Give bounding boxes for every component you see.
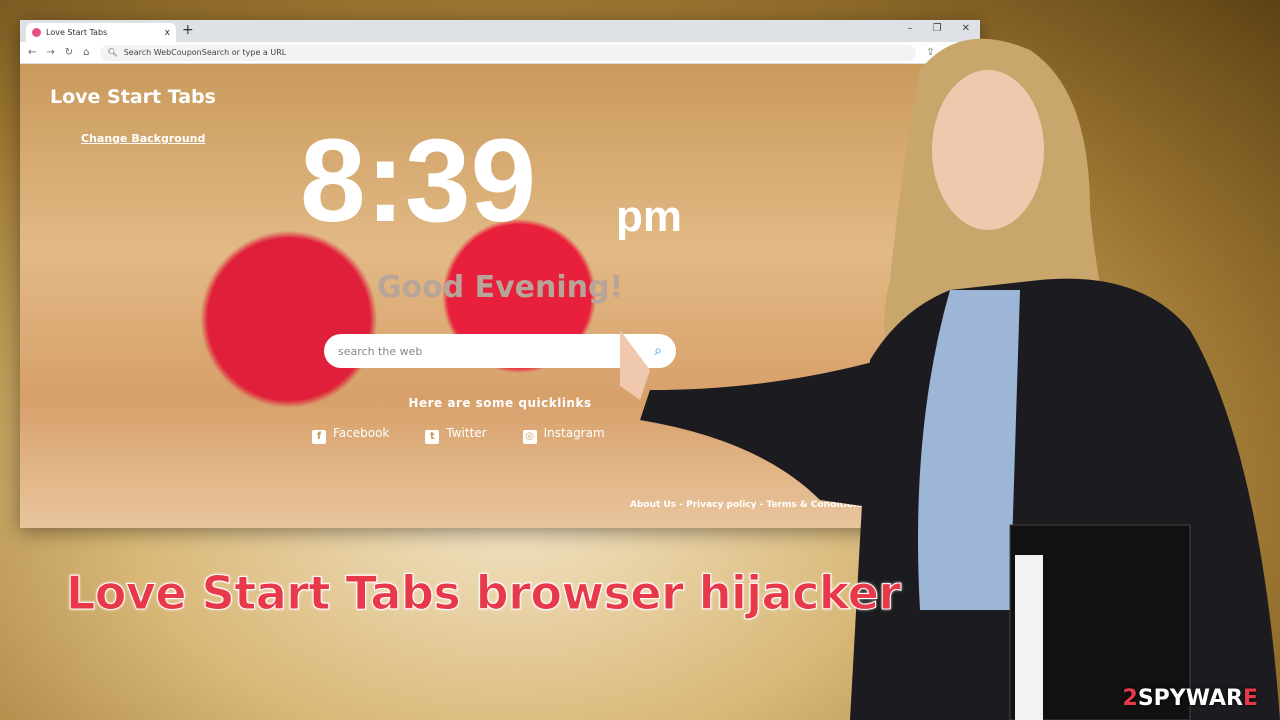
face bbox=[932, 70, 1044, 230]
quicklink-instagram[interactable]: ◎ Instagram bbox=[522, 426, 605, 444]
hand bbox=[620, 330, 650, 400]
quicklink-facebook[interactable]: f Facebook bbox=[312, 426, 389, 444]
search-icon: 🔍︎ bbox=[107, 48, 118, 57]
forward-icon[interactable]: → bbox=[46, 47, 54, 58]
tab-love-start-tabs[interactable]: Love Start Tabs x bbox=[26, 23, 176, 42]
tab-title: Love Start Tabs bbox=[46, 28, 108, 37]
quicklinks: f Facebook t Twitter ◎ Instagram bbox=[312, 426, 605, 444]
search-placeholder: search the web bbox=[338, 344, 423, 358]
new-tab-button[interactable]: + bbox=[182, 22, 194, 38]
heart-favicon-icon bbox=[32, 28, 41, 37]
home-icon[interactable]: ⌂ bbox=[83, 47, 89, 58]
site-logo: Love Start Tabs bbox=[50, 86, 216, 108]
watermark-suffix: E bbox=[1242, 686, 1258, 711]
change-background-link[interactable]: Change Background bbox=[81, 132, 205, 145]
instagram-icon: ◎ bbox=[522, 430, 537, 444]
address-placeholder: Search WebCouponSearch or type a URL bbox=[123, 48, 287, 57]
tab-close-icon[interactable]: x bbox=[165, 28, 170, 38]
quicklink-twitter[interactable]: t Twitter bbox=[425, 426, 487, 444]
watermark: 2SPYWARE bbox=[1123, 686, 1259, 711]
back-icon[interactable]: ← bbox=[28, 47, 36, 58]
papers bbox=[1015, 555, 1043, 720]
quicklink-label: Facebook bbox=[333, 426, 390, 440]
headline: Love Start Tabs browser hijacker bbox=[66, 566, 902, 621]
twitter-icon: t bbox=[425, 430, 440, 444]
watermark-prefix: 2 bbox=[1122, 686, 1138, 711]
quicklink-label: Twitter bbox=[446, 426, 487, 440]
facebook-icon: f bbox=[312, 430, 326, 444]
watermark-brand: SPYWAR bbox=[1137, 686, 1243, 711]
clock-time: 8:39 bbox=[300, 115, 537, 247]
arm bbox=[640, 360, 890, 510]
quicklink-label: Instagram bbox=[543, 426, 605, 440]
reload-icon[interactable]: ↻ bbox=[65, 47, 73, 58]
